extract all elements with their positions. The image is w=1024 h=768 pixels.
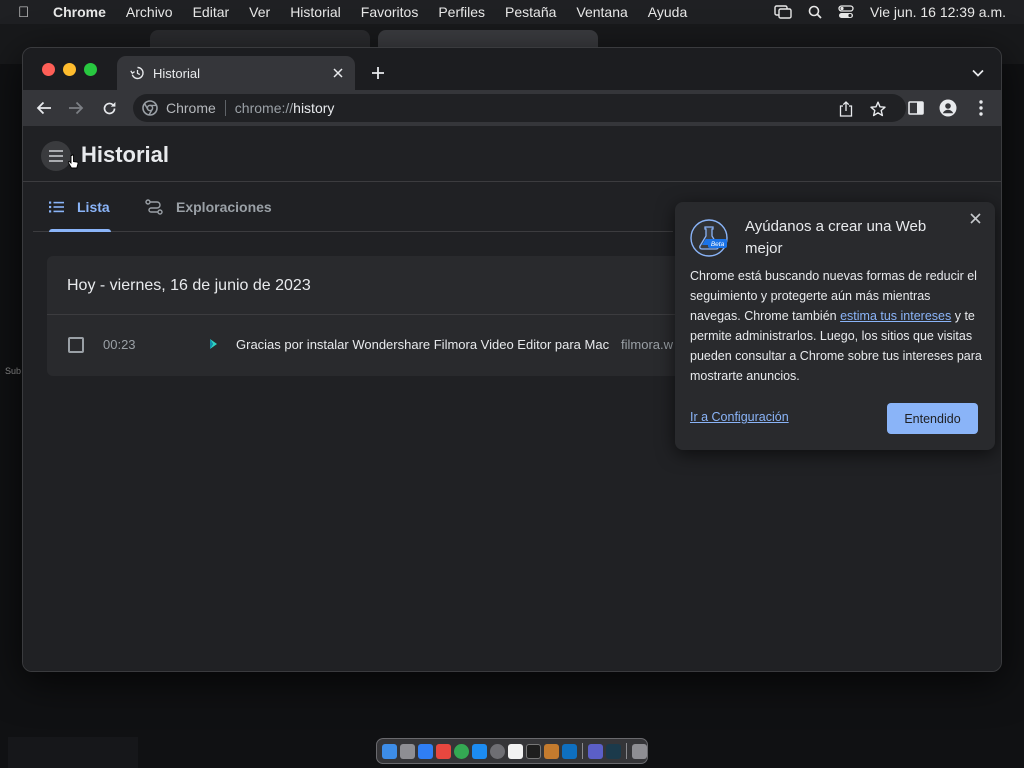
screen-mirroring-icon[interactable] [774,5,792,19]
menu-archivo[interactable]: Archivo [126,4,173,20]
history-entry[interactable]: 00:23 Gracias por instalar Wondershare F… [47,315,697,375]
terminal-icon[interactable] [526,743,541,759]
side-panel-icon[interactable] [904,96,928,120]
settings-link[interactable]: Ir a Configuración [690,410,789,424]
vscode-icon[interactable] [562,743,577,759]
forward-arrow-icon[interactable] [64,96,88,120]
menubar-datetime[interactable]: Vie jun. 16 12:39 a.m. [870,4,1006,20]
menu-ver[interactable]: Ver [249,4,270,20]
beta-flask-logo-icon: Beta [689,218,729,258]
entry-domain: filmora.w [621,337,674,352]
dock-separator [582,743,583,759]
tab-strip: Historial [23,48,1001,90]
control-center-icon[interactable] [838,5,854,19]
tab-exploraciones-label: Exploraciones [176,198,272,215]
finder-icon[interactable] [382,743,397,759]
apple-menu-icon[interactable]:  [18,4,36,21]
trash-icon[interactable] [632,743,647,759]
menu-pestana[interactable]: Pestaña [505,4,556,20]
tab-close-icon[interactable] [327,62,349,84]
system-settings-icon[interactable] [490,743,505,759]
tab-search-chevron-down-icon[interactable] [967,62,989,84]
history-tab-bar: Lista Exploraciones [33,182,673,232]
bubble-body: Chrome está buscando nuevas formas de re… [690,266,982,386]
window-minimize-button[interactable] [63,63,76,76]
safari-icon[interactable] [418,743,433,759]
privacy-promo-bubble: Beta Ayúdanos a crear una Web mejor Chro… [675,202,995,450]
chrome-logo-icon [142,100,158,116]
tab-lista[interactable]: Lista [49,182,111,232]
omnibox-separator [224,100,226,116]
window-close-button[interactable] [42,63,55,76]
interests-link[interactable]: estima tus intereses [840,309,951,323]
bubble-title: Ayúdanos a crear una Web mejor [745,218,927,257]
tab-title: Historial [153,65,200,81]
reload-icon[interactable] [97,96,121,120]
url-host: history [293,100,335,116]
journeys-icon [145,198,163,215]
entry-time: 00:23 [103,337,136,352]
share-icon[interactable] [837,100,855,118]
browser-toolbar: Chrome chrome://history [23,90,1001,126]
menu-app-chrome[interactable]: Chrome [53,4,106,20]
active-tab-underline [49,229,111,232]
new-tab-plus-icon[interactable] [367,62,389,84]
list-icon [49,201,65,213]
menu-ventana[interactable]: Ventana [576,4,627,20]
history-clock-icon [129,65,145,81]
tab-exploraciones[interactable]: Exploraciones [145,182,272,231]
mouse-pointer-icon [67,154,79,175]
profile-avatar-icon[interactable] [936,96,960,120]
more-menu-icon[interactable] [969,96,993,120]
spotlight-search-icon[interactable] [808,5,822,19]
back-arrow-icon[interactable] [32,96,56,120]
app-store-icon[interactable] [472,743,487,759]
teams-icon[interactable] [588,743,603,759]
menu-favoritos[interactable]: Favoritos [361,4,419,20]
url-scheme: chrome:// [234,100,294,116]
notes-icon[interactable] [508,743,523,759]
site-name-label: Chrome [166,100,216,116]
window-maximize-button[interactable] [84,63,97,76]
page-title: Historial [81,142,170,167]
day-header: Hoy - viernes, 16 de junio de 2023 [67,277,311,294]
menu-ayuda[interactable]: Ayuda [648,4,687,20]
entry-title-link[interactable]: Gracias por instalar Wondershare Filmora… [236,337,609,352]
app-icon[interactable] [544,743,559,759]
got-it-button[interactable]: Entendido [887,403,978,434]
filmora-favicon-icon [205,336,221,352]
background-window-bottom [8,737,138,768]
background-side-text: Sub [5,366,22,376]
macos-menu-bar:  Chrome Archivo Editar Ver Historial Fa… [0,0,1024,24]
entry-checkbox[interactable] [68,337,84,353]
history-page: Historial Lista Exploraciones Hoy - vier… [23,126,1001,671]
menu-perfiles[interactable]: Perfiles [438,4,485,20]
menu-editar[interactable]: Editar [193,4,230,20]
chrome-window: Historial Chrome chrome://history Histor… [22,47,1002,672]
macos-dock [376,738,648,764]
filmora-dock-icon[interactable] [606,743,621,759]
chrome-dock-icon[interactable] [454,743,469,759]
beta-badge-label: Beta [711,241,725,248]
launchpad-icon[interactable] [400,743,415,759]
tab-historial[interactable]: Historial [117,56,355,90]
menu-historial[interactable]: Historial [290,4,341,20]
bubble-close-icon[interactable] [965,208,985,228]
tab-lista-label: Lista [77,198,110,215]
bookmark-star-icon[interactable] [869,100,887,118]
firefox-icon[interactable] [436,743,451,759]
history-day-card: Hoy - viernes, 16 de junio de 2023 00:23… [47,256,697,376]
dock-separator [626,743,627,759]
address-bar[interactable]: Chrome chrome://history [133,94,906,122]
history-header: Historial [23,126,1001,182]
